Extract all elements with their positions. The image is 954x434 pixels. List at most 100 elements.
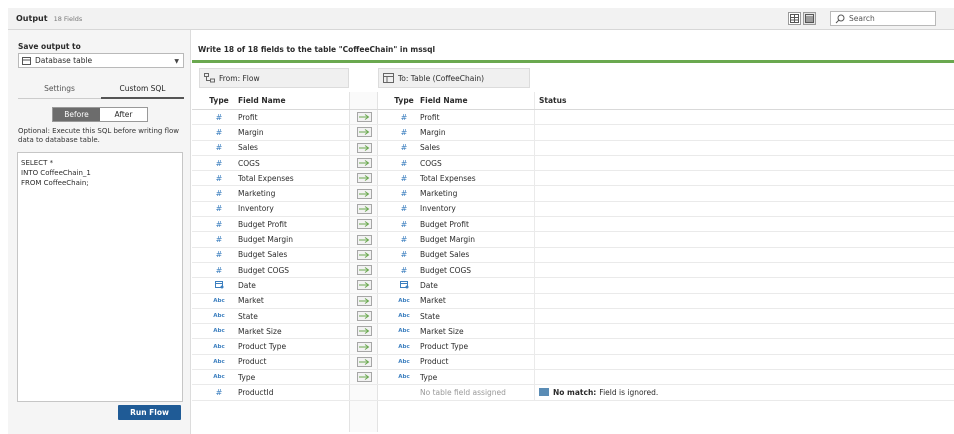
field-name-column-header: Field Name xyxy=(238,96,286,105)
mapping-arrow-cell xyxy=(351,232,377,246)
arrow-right-icon[interactable] xyxy=(356,219,372,230)
status-cell xyxy=(534,308,954,324)
to-field-name: Budget Sales xyxy=(420,250,470,260)
type-column-header: Type xyxy=(209,96,229,105)
table-row[interactable]: # Budget Sales # Budget Sales xyxy=(192,247,954,263)
sql-line: INTO CoffeeChain_1 xyxy=(21,169,91,177)
to-type-cell: Abc xyxy=(389,339,419,353)
after-segment[interactable]: After xyxy=(100,108,147,121)
tab-settings[interactable]: Settings xyxy=(18,81,101,99)
arrow-right-icon[interactable] xyxy=(356,326,372,337)
to-type-cell: # xyxy=(389,125,419,139)
table-row[interactable]: # COGS # COGS xyxy=(192,155,954,172)
run-flow-button[interactable]: Run Flow xyxy=(118,405,181,420)
arrow-right-icon[interactable] xyxy=(356,356,372,367)
chevron-down-icon: ▼ xyxy=(174,58,179,65)
from-field-name: Type xyxy=(238,372,256,382)
before-after-toggle: Before After xyxy=(52,107,148,122)
from-type-cell: # xyxy=(204,232,234,246)
status-label: No match: xyxy=(553,387,597,397)
arrow-right-icon[interactable] xyxy=(356,295,372,306)
arrow-right-icon[interactable] xyxy=(356,234,372,245)
table-row[interactable]: Date Date xyxy=(192,278,954,294)
grid-view-icon[interactable] xyxy=(788,12,801,25)
string-type-icon: Abc xyxy=(398,343,410,350)
table-row[interactable]: Abc Type Abc Type xyxy=(192,370,954,386)
field-mapping-panel: Write 18 of 18 fields to the table "Coff… xyxy=(192,30,954,434)
arrow-right-icon[interactable] xyxy=(356,127,372,138)
status-column-header: Status xyxy=(534,92,954,109)
number-type-icon: # xyxy=(215,387,223,397)
sql-editor[interactable]: SELECT * INTO CoffeeChain_1 FROM CoffeeC… xyxy=(17,152,183,402)
status-cell xyxy=(534,125,954,140)
arrow-right-icon[interactable] xyxy=(356,341,372,352)
string-type-icon: Abc xyxy=(398,374,410,381)
mapping-arrow-cell xyxy=(351,278,377,292)
sql-line: SELECT * xyxy=(21,159,54,167)
arrow-right-icon[interactable] xyxy=(356,173,372,184)
table-row[interactable]: # ProductId No table field assigned No matc… xyxy=(192,385,954,401)
table-row[interactable]: # Budget Profit # Budget Profit xyxy=(192,217,954,233)
status-cell xyxy=(534,247,954,262)
table-row[interactable]: # Budget Margin # Budget Margin xyxy=(192,232,954,248)
arrow-right-icon[interactable] xyxy=(356,158,372,169)
string-type-icon: Abc xyxy=(213,358,225,365)
arrow-right-icon[interactable] xyxy=(356,203,372,214)
arrow-right-icon[interactable] xyxy=(356,249,372,260)
arrow-right-icon[interactable] xyxy=(356,142,372,153)
table-row[interactable]: # Marketing # Marketing xyxy=(192,186,954,202)
mapping-arrow-cell xyxy=(351,110,377,124)
table-row[interactable]: Abc State Abc State xyxy=(192,308,954,325)
to-type-cell: # xyxy=(389,171,419,185)
table-row[interactable]: # Sales # Sales xyxy=(192,140,954,156)
to-field-name: Marketing xyxy=(420,189,458,199)
list-view-icon[interactable] xyxy=(803,12,816,25)
output-title: Output xyxy=(16,14,48,23)
from-field-name: Inventory xyxy=(238,204,274,214)
from-type-cell: Abc xyxy=(204,294,234,308)
before-segment[interactable]: Before xyxy=(53,108,100,121)
date-type-icon xyxy=(399,280,409,291)
table-row[interactable]: Abc Product Type Abc Product Type xyxy=(192,339,954,355)
from-type-cell xyxy=(204,278,234,292)
column-header-row: Type Field Name Type Field Name Status xyxy=(192,92,954,110)
table-row[interactable]: # Inventory # Inventory xyxy=(192,201,954,218)
from-field-name: COGS xyxy=(238,158,260,168)
table-row[interactable]: # Total Expenses # Total Expenses xyxy=(192,171,954,187)
save-output-label: Save output to xyxy=(18,42,81,51)
from-type-cell: # xyxy=(204,110,234,124)
table-row[interactable]: Abc Product Abc Product xyxy=(192,354,954,371)
from-field-name: Sales xyxy=(238,143,258,153)
number-type-icon: # xyxy=(215,235,223,245)
to-field-name: Product xyxy=(420,357,449,367)
table-row[interactable]: Abc Market Abc Market xyxy=(192,293,954,309)
status-cell xyxy=(534,354,954,370)
to-field-name: Budget COGS xyxy=(420,265,472,275)
to-field-name: Market xyxy=(420,296,446,306)
number-type-icon: # xyxy=(400,158,408,168)
tab-custom-sql[interactable]: Custom SQL xyxy=(101,81,184,99)
save-target-select[interactable]: Database table ▼ xyxy=(18,53,184,68)
arrow-right-icon[interactable] xyxy=(356,311,372,321)
to-type-cell: Abc xyxy=(389,355,419,369)
arrow-right-icon[interactable] xyxy=(356,372,372,383)
from-header: From: Flow xyxy=(199,68,349,88)
table-row[interactable]: # Margin # Margin xyxy=(192,125,954,141)
number-type-icon: # xyxy=(215,204,223,214)
search-input[interactable]: Search xyxy=(830,11,936,26)
arrow-right-icon[interactable] xyxy=(356,265,372,276)
arrow-right-icon[interactable] xyxy=(356,188,372,199)
to-type-cell: # xyxy=(389,186,419,200)
to-field-name[interactable]: No table field assigned xyxy=(420,385,530,399)
status-cell xyxy=(534,324,954,339)
table-row[interactable]: Abc Market Size Abc Market Size xyxy=(192,324,954,340)
arrow-right-icon[interactable] xyxy=(356,112,372,123)
from-field-name: ProductId xyxy=(238,387,274,397)
table-row[interactable]: # Budget COGS # Budget COGS xyxy=(192,262,954,279)
status-text: Field is ignored. xyxy=(599,387,659,397)
arrow-right-icon[interactable] xyxy=(356,280,372,291)
table-row[interactable]: # Profit # Profit xyxy=(192,110,954,126)
from-type-cell: # xyxy=(204,263,234,277)
to-type-cell: # xyxy=(389,202,419,216)
to-field-name: Date xyxy=(420,280,438,290)
